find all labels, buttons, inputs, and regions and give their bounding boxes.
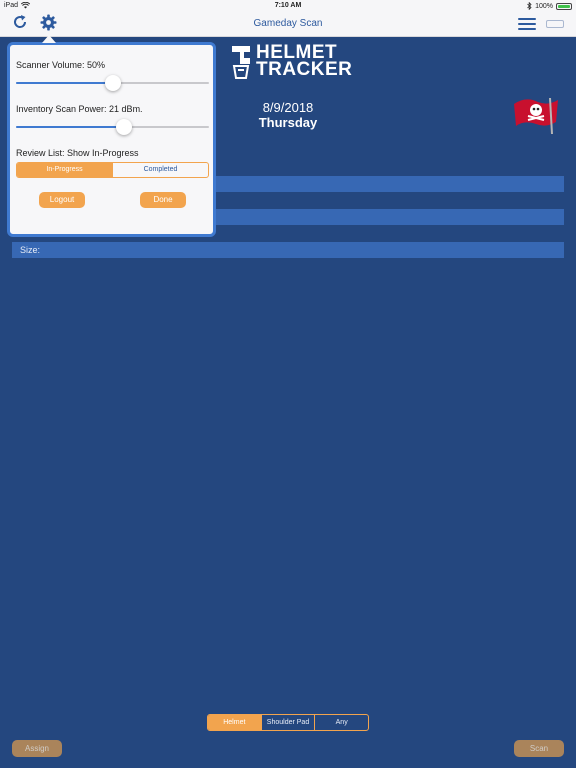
size-row: Size: — [12, 242, 564, 258]
game-date: 8/9/2018 — [262, 100, 314, 115]
top-bar: iPad 7:10 AM 100% Gameday Scan — [0, 0, 576, 37]
settings-popover: Scanner Volume: 50% Inventory Scan Power… — [7, 42, 216, 237]
segment-helmet[interactable]: Helmet — [208, 715, 261, 730]
battery-percentage: 100% — [535, 2, 553, 10]
done-button[interactable]: Done — [140, 192, 186, 208]
equipment-type-segment: Helmet Shoulder Pad Any — [207, 714, 369, 731]
popover-arrow — [42, 35, 56, 43]
keyboard-icon[interactable] — [546, 20, 564, 28]
review-list-segment: In-Progress Completed — [16, 162, 209, 178]
logo-line-2: TRACKER — [256, 59, 353, 80]
helmet-tracker-logo: HELMET TRACKER — [230, 43, 352, 82]
scan-power-label: Inventory Scan Power: 21 dBm. — [16, 104, 143, 114]
game-weekday: Thursday — [258, 115, 318, 130]
scan-button[interactable]: Scan — [514, 740, 564, 757]
status-bar: iPad 7:10 AM 100% — [0, 0, 576, 11]
page-title: Gameday Scan — [253, 18, 323, 29]
slider-thumb[interactable] — [116, 119, 133, 135]
bluetooth-icon — [527, 2, 532, 10]
logout-button[interactable]: Logout — [39, 192, 85, 208]
menu-icon[interactable] — [518, 18, 536, 31]
assign-button[interactable]: Assign — [12, 740, 62, 757]
helmet-logo-icon — [232, 46, 250, 79]
scan-power-slider[interactable] — [16, 119, 209, 135]
segment-completed[interactable]: Completed — [112, 163, 208, 177]
status-time: 7:10 AM — [274, 2, 302, 9]
review-list-label: Review List: Show In-Progress — [16, 148, 139, 158]
scanner-volume-slider[interactable] — [16, 75, 209, 91]
slider-thumb[interactable] — [104, 75, 121, 91]
battery-icon — [556, 2, 572, 10]
segment-in-progress[interactable]: In-Progress — [17, 163, 112, 177]
segment-any[interactable]: Any — [314, 715, 368, 730]
scanner-volume-label: Scanner Volume: 50% — [16, 60, 106, 70]
team-flag-logo — [514, 97, 558, 135]
segment-shoulder-pad[interactable]: Shoulder Pad — [260, 715, 315, 730]
